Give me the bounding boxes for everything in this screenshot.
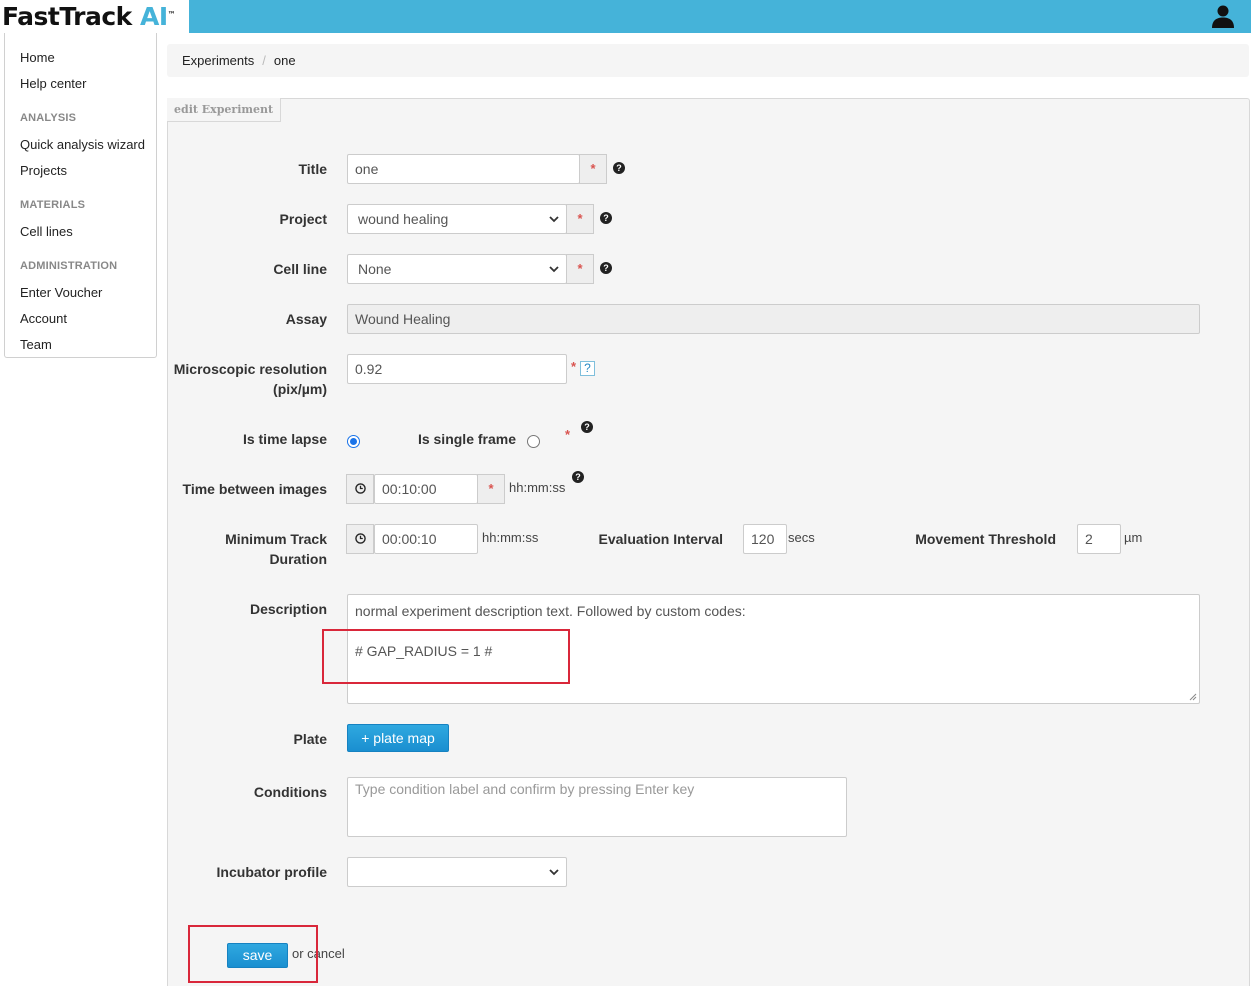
panel-tab-edit-experiment: edit Experiment: [167, 98, 282, 122]
frame-type-required-mark: *: [565, 427, 571, 442]
min-track-label: Minimum Track Duration: [200, 529, 327, 569]
time-between-unit: hh:mm:ss: [509, 480, 566, 495]
sidebar-item-home[interactable]: Home: [20, 50, 55, 65]
cell-line-required-addon: *: [566, 254, 594, 284]
app-logo[interactable]: FastTrack AI™: [0, 0, 189, 33]
single-frame-radio[interactable]: [527, 435, 540, 448]
assay-label: Assay: [285, 311, 327, 327]
frame-type-help-icon[interactable]: ?: [581, 421, 593, 433]
logo-trademark: ™: [167, 10, 176, 19]
project-required-addon: *: [566, 204, 594, 234]
description-line1: normal experiment description text. Foll…: [355, 603, 746, 619]
logo-text: FastTrack: [2, 2, 132, 31]
project-help-icon[interactable]: ?: [600, 212, 612, 224]
breadcrumb-current: one: [273, 53, 296, 68]
resolution-input[interactable]: 0.92: [347, 354, 567, 384]
title-required-addon: *: [579, 154, 607, 184]
project-select-value: wound healing: [358, 211, 449, 227]
sidebar-item-enter-voucher[interactable]: Enter Voucher: [20, 285, 102, 300]
movement-threshold-input[interactable]: 2: [1077, 524, 1121, 554]
time-between-required-addon: *: [477, 474, 505, 504]
clock-icon: [354, 483, 366, 494]
eval-interval-unit: secs: [788, 530, 815, 545]
sidebar-section-materials: MATERIALS: [20, 199, 86, 211]
cell-line-help-icon[interactable]: ?: [600, 262, 612, 274]
top-bar: FastTrack AI™: [0, 0, 1251, 33]
sidebar-item-quick-analysis-wizard[interactable]: Quick analysis wizard: [20, 137, 145, 152]
sidebar-nav: Home Help center ANALYSIS Quick analysis…: [4, 33, 157, 358]
time-between-help-icon[interactable]: ?: [572, 471, 584, 483]
project-select[interactable]: wound healing: [347, 204, 567, 234]
clock-icon: [354, 533, 366, 544]
time-between-clock-addon: [346, 474, 374, 504]
plate-map-button[interactable]: + plate map: [347, 724, 449, 752]
resolution-help-icon[interactable]: ?: [580, 361, 595, 376]
movement-threshold-unit: µm: [1124, 530, 1143, 545]
breadcrumb-separator: /: [262, 53, 266, 68]
title-label: Title: [298, 161, 327, 177]
breadcrumb: Experiments / one: [167, 44, 1249, 77]
sidebar-item-team[interactable]: Team: [20, 337, 52, 352]
resize-handle-icon[interactable]: [1189, 693, 1197, 701]
time-between-label: Time between images: [182, 481, 327, 497]
time-lapse-radio[interactable]: [347, 435, 360, 448]
time-between-input[interactable]: 00:10:00: [374, 474, 478, 504]
sidebar-section-administration: ADMINISTRATION: [20, 260, 118, 272]
logo-ai-text: AI: [139, 2, 168, 31]
incubator-select[interactable]: [347, 857, 567, 887]
title-help-icon[interactable]: ?: [613, 162, 625, 174]
user-icon[interactable]: [1211, 4, 1235, 28]
movement-threshold-label: Movement Threshold: [915, 531, 1056, 547]
time-lapse-label: Is time lapse: [242, 431, 327, 447]
eval-interval-input[interactable]: 120: [743, 524, 787, 554]
description-label: Description: [249, 601, 327, 617]
sidebar-item-help-center[interactable]: Help center: [20, 76, 86, 91]
min-track-clock-addon: [346, 524, 374, 554]
min-track-label-line2: Duration: [269, 551, 327, 567]
sidebar-item-account[interactable]: Account: [20, 311, 67, 326]
cell-line-select[interactable]: None: [347, 254, 567, 284]
conditions-input[interactable]: Type condition label and confirm by pres…: [347, 777, 847, 837]
min-track-label-line1: Minimum Track: [225, 531, 327, 547]
eval-interval-label: Evaluation Interval: [598, 531, 723, 547]
chevron-down-icon: [549, 869, 559, 876]
sidebar-item-cell-lines[interactable]: Cell lines: [20, 224, 73, 239]
plate-label: Plate: [293, 731, 327, 747]
sidebar-section-analysis: ANALYSIS: [20, 112, 77, 124]
project-label: Project: [279, 211, 327, 227]
min-track-unit: hh:mm:ss: [482, 530, 539, 545]
title-input[interactable]: one: [347, 154, 580, 184]
chevron-down-icon: [549, 266, 559, 273]
incubator-label: Incubator profile: [216, 864, 327, 880]
single-frame-label: Is single frame: [417, 431, 516, 447]
resolution-label-line1: Microscopic resolution: [173, 361, 327, 377]
resolution-label-line2: (pix/µm): [273, 381, 327, 397]
highlight-box-custom-code: [322, 629, 570, 684]
breadcrumb-experiments[interactable]: Experiments: [182, 53, 254, 68]
min-track-input[interactable]: 00:00:10: [374, 524, 478, 554]
resolution-label: Microscopic resolution (pix/µm): [170, 359, 327, 399]
highlight-box-save: [188, 925, 318, 983]
cell-line-label: Cell line: [273, 261, 327, 277]
conditions-label: Conditions: [253, 784, 327, 800]
chevron-down-icon: [549, 216, 559, 223]
cell-line-select-value: None: [358, 261, 392, 277]
assay-input: Wound Healing: [347, 304, 1200, 334]
resolution-required-mark: *: [571, 359, 577, 374]
sidebar-item-projects[interactable]: Projects: [20, 163, 67, 178]
